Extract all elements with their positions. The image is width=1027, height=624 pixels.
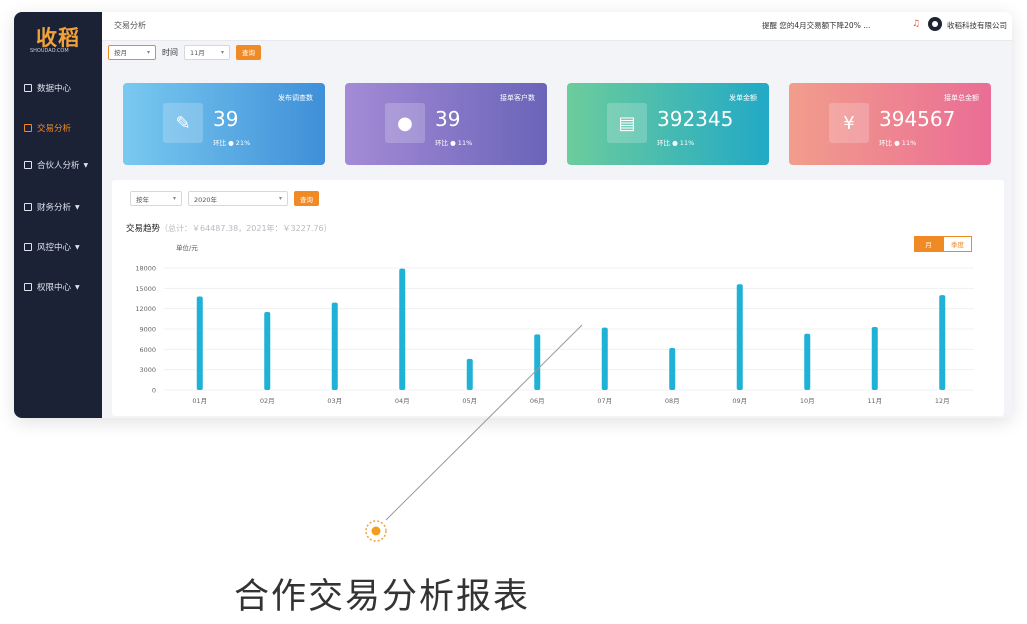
callout-line [385, 324, 583, 521]
callout-pointer [365, 324, 583, 542]
caption: 合作交易分析报表 [234, 577, 531, 617]
callout-dot [371, 526, 381, 536]
